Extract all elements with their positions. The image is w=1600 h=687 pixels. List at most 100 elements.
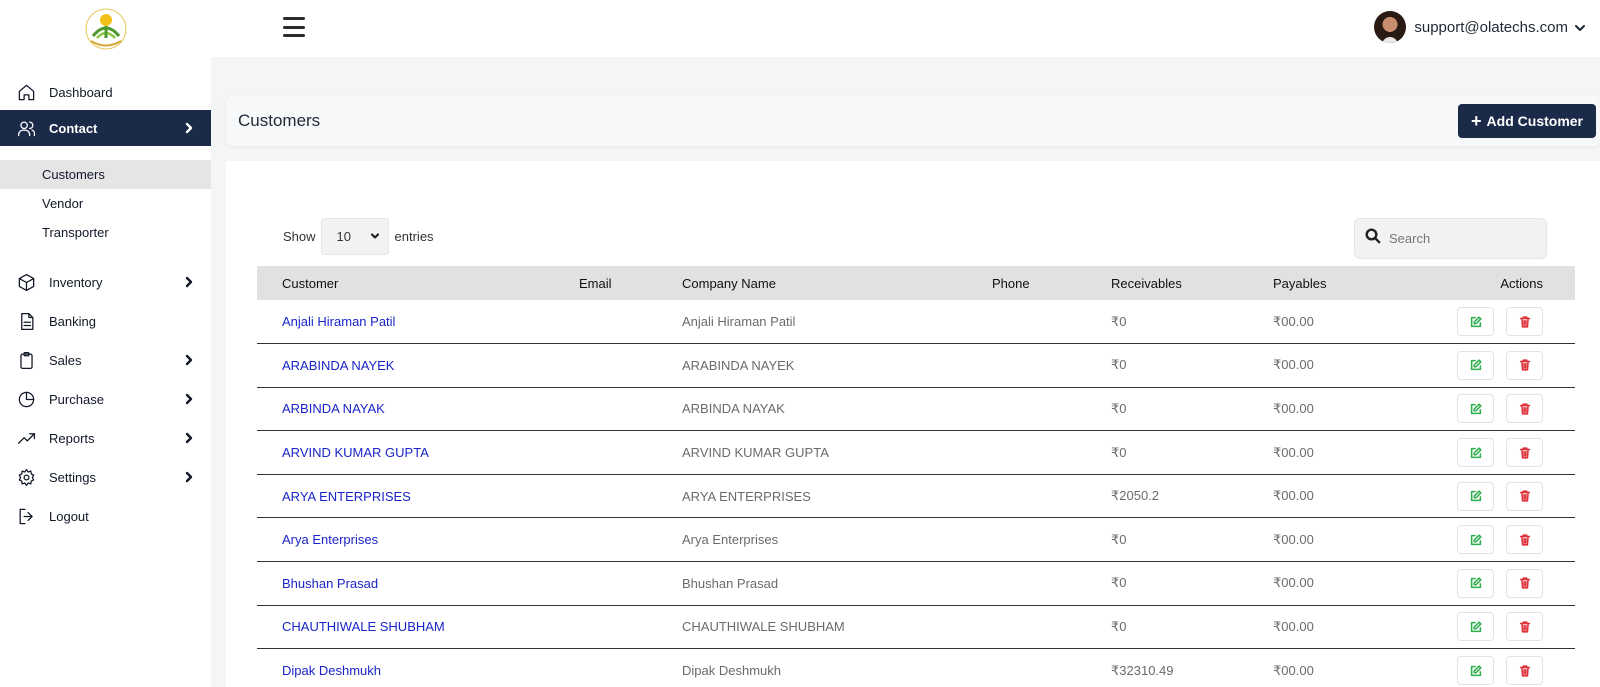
delete-button[interactable] (1506, 394, 1543, 424)
search-input[interactable] (1389, 231, 1539, 246)
search-box[interactable] (1354, 218, 1547, 259)
customer-name-link[interactable]: ARBINDA NAYAK (257, 387, 579, 432)
receivables-value: ₹0 (1111, 517, 1273, 563)
company-logo[interactable] (83, 6, 129, 52)
edit-icon (1470, 446, 1482, 458)
sidebar-item-purchase[interactable]: Purchase (0, 381, 211, 417)
delete-button[interactable] (1506, 350, 1543, 380)
company-name: ARVIND KUMAR GUPTA (682, 430, 992, 475)
customer-name-link[interactable]: Anjali Hiraman Patil (257, 300, 579, 345)
payables-value: ₹00.00 (1273, 561, 1443, 606)
edit-button[interactable] (1457, 350, 1494, 380)
customer-name-link[interactable]: Bhushan Prasad (257, 561, 579, 606)
col-phone[interactable]: Phone (992, 266, 1111, 300)
edit-button[interactable] (1457, 525, 1494, 555)
payables-value: ₹00.00 (1273, 517, 1443, 563)
receivables-value: ₹2050.2 (1111, 474, 1273, 519)
customer-email (579, 387, 682, 432)
company-name: Anjali Hiraman Patil (682, 300, 992, 345)
delete-button[interactable] (1506, 656, 1543, 686)
edit-icon (1470, 664, 1482, 676)
customer-name-link[interactable]: ARVIND KUMAR GUPTA (257, 430, 579, 475)
customer-phone (992, 605, 1111, 650)
row-actions (1443, 605, 1575, 650)
add-customer-button[interactable]: + Add Customer (1458, 104, 1596, 138)
sidebar-item-label: Reports (49, 430, 95, 446)
edit-button[interactable] (1457, 568, 1494, 598)
customer-name-link[interactable]: ARYA ENTERPRISES (257, 474, 579, 519)
edit-icon (1470, 534, 1482, 545)
customers-table: Customer Email Company Name Phone Receiv… (257, 266, 1575, 687)
sidebar-subitem-transporter[interactable]: Transporter (0, 218, 211, 247)
payables-value: ₹00.00 (1273, 387, 1443, 432)
user-menu[interactable]: support@olatechs.com (1374, 11, 1586, 43)
customer-email (579, 474, 682, 519)
sidebar-nav: Dashboard Contact Customers Vendor Trans… (0, 74, 211, 534)
col-receivables[interactable]: Receivables (1111, 266, 1273, 300)
customer-name-link[interactable]: Arya Enterprises (257, 517, 579, 563)
contact-submenu: Customers Vendor Transporter (0, 160, 211, 247)
customer-name-link[interactable]: Dipak Deshmukh (257, 648, 579, 687)
sidebar-item-contact[interactable]: Contact (0, 110, 211, 146)
edit-button[interactable] (1457, 481, 1494, 511)
customer-email (579, 430, 682, 475)
sidebar-item-inventory[interactable]: Inventory (0, 264, 211, 300)
col-company[interactable]: Company Name (682, 266, 992, 300)
delete-button[interactable] (1506, 438, 1543, 468)
sidebar-item-label: Purchase (49, 391, 104, 407)
sidebar-subitem-vendor[interactable]: Vendor (0, 189, 211, 218)
delete-button[interactable] (1506, 612, 1543, 642)
sidebar-item-label: Logout (49, 508, 89, 524)
receivables-value: ₹0 (1111, 300, 1273, 345)
sidebar-subitem-customers[interactable]: Customers (0, 160, 211, 189)
col-customer[interactable]: Customer (257, 266, 579, 300)
payables-value: ₹00.00 (1273, 300, 1443, 345)
sidebar-item-banking[interactable]: Banking (0, 303, 211, 339)
sidebar-item-sales[interactable]: Sales (0, 342, 211, 378)
edit-icon (1470, 403, 1482, 415)
table-row: Bhushan Prasad Bhushan Prasad ₹0 ₹00.00 (257, 561, 1575, 606)
chevron-right-icon (183, 393, 195, 405)
chevron-down-icon (370, 229, 380, 244)
receivables-value: ₹0 (1111, 605, 1273, 650)
sidebar-item-reports[interactable]: Reports (0, 420, 211, 456)
avatar (1374, 11, 1407, 43)
edit-button[interactable] (1457, 656, 1494, 686)
pie-chart-icon (16, 389, 36, 409)
page-header: Customers + Add Customer (226, 96, 1600, 146)
payables-value: ₹00.00 (1273, 343, 1443, 388)
entries-length-control: Show 10 entries (283, 218, 434, 255)
delete-button[interactable] (1506, 525, 1543, 555)
sidebar-item-label: Contact (49, 120, 98, 136)
company-name: Bhushan Prasad (682, 561, 992, 606)
delete-button[interactable] (1506, 568, 1543, 598)
table-body: Anjali Hiraman Patil Anjali Hiraman Patil… (257, 300, 1575, 687)
edit-button[interactable] (1457, 612, 1494, 642)
company-name: CHAUTHIWALE SHUBHAM (682, 605, 992, 650)
row-actions (1443, 300, 1575, 345)
logout-icon (16, 506, 36, 526)
plus-icon: + (1471, 111, 1482, 131)
col-email[interactable]: Email (579, 266, 682, 300)
row-actions (1443, 343, 1575, 388)
sidebar-item-logout[interactable]: Logout (0, 498, 211, 534)
customer-phone (992, 648, 1111, 687)
sidebar-item-dashboard[interactable]: Dashboard (0, 74, 211, 110)
col-payables[interactable]: Payables (1273, 266, 1443, 300)
table-row: Anjali Hiraman Patil Anjali Hiraman Patil… (257, 300, 1575, 345)
edit-button[interactable] (1457, 394, 1494, 424)
customer-name-link[interactable]: CHAUTHIWALE SHUBHAM (257, 605, 579, 650)
trash-icon (1519, 534, 1530, 546)
payables-value: ₹00.00 (1273, 648, 1443, 687)
delete-button[interactable] (1506, 307, 1543, 337)
menu-toggle-icon[interactable] (283, 17, 305, 37)
edit-button[interactable] (1457, 307, 1494, 337)
trash-icon (1519, 446, 1530, 459)
customer-name-link[interactable]: ARABINDA NAYEK (257, 343, 579, 388)
edit-button[interactable] (1457, 438, 1494, 468)
entries-select[interactable]: 10 (320, 218, 389, 255)
delete-button[interactable] (1506, 481, 1543, 511)
receivables-value: ₹32310.49 (1111, 648, 1273, 687)
sidebar-item-settings[interactable]: Settings (0, 459, 211, 495)
customer-email (579, 517, 682, 563)
